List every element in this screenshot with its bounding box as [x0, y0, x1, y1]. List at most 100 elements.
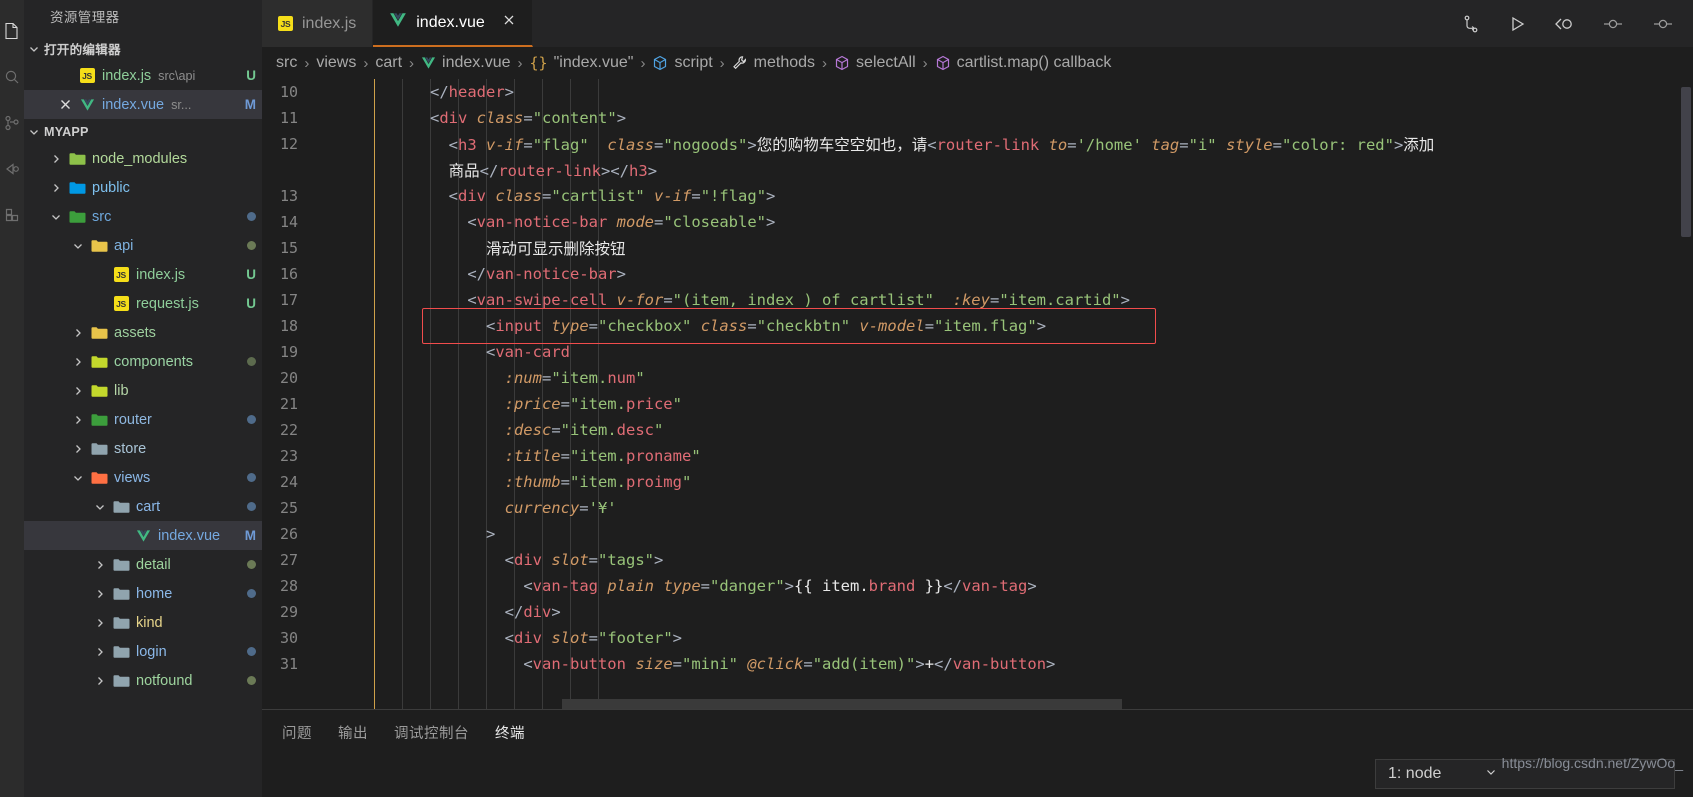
- file-tree-item-node_module-[interactable]: node_modules: [24, 144, 262, 173]
- breadcrumb-item-selectall[interactable]: selectAll: [834, 54, 916, 72]
- line-number: 29: [279, 603, 298, 621]
- debug-icon[interactable]: [0, 146, 24, 192]
- line-number: 18: [279, 317, 298, 335]
- vue-file-icon: [389, 12, 407, 33]
- code-line-20: 20 :num="item.num": [262, 365, 1693, 391]
- file-tree-item-component-[interactable]: components: [24, 347, 262, 376]
- line-number: 15: [279, 239, 298, 257]
- panel-tab-终端[interactable]: 终端: [495, 722, 525, 743]
- project-section-header[interactable]: MYAPP: [24, 119, 262, 144]
- panel-tab-输出[interactable]: 输出: [338, 722, 368, 743]
- chevron-right-icon[interactable]: [68, 385, 88, 397]
- open-editors-section-header[interactable]: 打开的编辑器: [24, 36, 262, 61]
- file-tree-item-label: index.vue: [158, 527, 221, 544]
- chevron-right-icon[interactable]: [46, 153, 66, 165]
- code-line-26: 26 >: [262, 521, 1693, 547]
- folder-icon: [110, 558, 132, 572]
- breadcrumb-item-methods[interactable]: methods: [732, 54, 815, 72]
- close-icon[interactable]: [502, 13, 516, 32]
- chevron-down-icon[interactable]: [68, 472, 88, 484]
- vertical-scrollbar[interactable]: [1679, 79, 1693, 709]
- more-actions-icon[interactable]: [1601, 14, 1625, 34]
- file-tree-item-lib[interactable]: lib: [24, 376, 262, 405]
- file-tree-item-view-[interactable]: views: [24, 463, 262, 492]
- file-tree-item--rc[interactable]: src: [24, 202, 262, 231]
- file-tree-item-label: index.js: [136, 266, 186, 283]
- chevron-right-icon[interactable]: [90, 559, 110, 571]
- breadcrumb-item--index-vue-[interactable]: {} "index.vue": [530, 54, 634, 72]
- chevron-right-icon[interactable]: [90, 675, 110, 687]
- panel-tab-问题[interactable]: 问题: [282, 722, 312, 743]
- open-editor-index-vue[interactable]: index.vue sr... M: [24, 90, 262, 119]
- run-icon[interactable]: [1507, 14, 1527, 34]
- breadcrumb-separator: ›: [719, 54, 725, 72]
- chevron-right-icon[interactable]: [68, 356, 88, 368]
- files-icon[interactable]: [0, 8, 24, 54]
- chevron-down-icon[interactable]: [46, 211, 66, 223]
- chevron-right-icon[interactable]: [68, 443, 88, 455]
- settings-icon[interactable]: [1651, 14, 1675, 34]
- file-tree-item-login[interactable]: login: [24, 637, 262, 666]
- panel-tab-调试控制台[interactable]: 调试控制台: [394, 722, 469, 743]
- line-number: 27: [279, 551, 298, 569]
- file-tree-item--tore[interactable]: store: [24, 434, 262, 463]
- tab-label: index.js: [302, 14, 357, 32]
- folder-icon: [88, 442, 110, 456]
- breadcrumb-item-src[interactable]: src: [276, 54, 297, 72]
- chevron-down-icon[interactable]: [1485, 765, 1497, 783]
- breadcrumb-separator: ›: [363, 54, 369, 72]
- horizontal-scrollbar[interactable]: [562, 699, 1122, 709]
- code-viewport[interactable]: 10 </header> 11 <div class="content"> 12 <…: [262, 79, 1693, 709]
- tab-index-js[interactable]: JS index.js: [262, 0, 374, 47]
- breadcrumb-label: selectAll: [856, 54, 916, 71]
- scrollbar-thumb[interactable]: [1681, 87, 1691, 237]
- breadcrumb-item-cartlist-map-callback[interactable]: cartlist.map() callback: [935, 54, 1111, 72]
- open-editor-index-js[interactable]: JS index.js src\api U: [24, 61, 262, 90]
- file-tree-item-detail[interactable]: detail: [24, 550, 262, 579]
- code-text: :price="item.price": [504, 395, 682, 413]
- file-tree-item-a--et-[interactable]: assets: [24, 318, 262, 347]
- breadcrumb-item-index-vue[interactable]: index.vue: [421, 54, 511, 72]
- source-control-icon[interactable]: [0, 100, 24, 146]
- search-icon[interactable]: [0, 54, 24, 100]
- file-tree-item-api[interactable]: api: [24, 231, 262, 260]
- extensions-icon[interactable]: [0, 192, 24, 238]
- code-line-17: 17 <van-swipe-cell v-for="(item, index )…: [262, 287, 1693, 313]
- git-status-dot: [247, 647, 256, 656]
- chevron-right-icon[interactable]: [46, 182, 66, 194]
- chevron-right-icon[interactable]: [68, 414, 88, 426]
- chevron-right-icon[interactable]: [90, 646, 110, 658]
- file-tree-item-index-j-[interactable]: JS index.js U: [24, 260, 262, 289]
- code-line-19: 19 <van-card: [262, 339, 1693, 365]
- breadcrumb-item-script[interactable]: script: [652, 54, 713, 72]
- chevron-down-icon[interactable]: [90, 501, 110, 513]
- terminal-selector[interactable]: 1: node: [1375, 759, 1675, 789]
- file-tree-item-cart[interactable]: cart: [24, 492, 262, 521]
- chevron-right-icon[interactable]: [90, 617, 110, 629]
- tab-index-vue[interactable]: index.vue: [373, 0, 533, 47]
- breadcrumb-item-views[interactable]: views: [316, 54, 356, 72]
- chevron-down-icon[interactable]: [68, 240, 88, 252]
- file-tree: node_modules public src api JS index.js U JS req…: [24, 144, 262, 695]
- code-text: >: [485, 525, 496, 543]
- breadcrumb-item-cart[interactable]: cart: [375, 54, 402, 72]
- cube-purple-icon: [834, 55, 850, 71]
- split-editor-icon[interactable]: [1461, 14, 1481, 34]
- close-icon[interactable]: [54, 98, 76, 111]
- code-text: 滑动可显示删除按钮: [485, 240, 626, 258]
- breadcrumb-separator: ›: [517, 54, 523, 72]
- file-tree-item-public[interactable]: public: [24, 173, 262, 202]
- cube-purple-icon: [935, 55, 951, 71]
- code-line-13: 13 <div class="cartlist" v-if="!flag">: [262, 183, 1693, 209]
- file-tree-item-notfound[interactable]: notfound: [24, 666, 262, 695]
- go-back-icon[interactable]: [1553, 14, 1575, 34]
- chevron-right-icon[interactable]: [68, 327, 88, 339]
- open-editor-path: sr...: [171, 97, 192, 112]
- file-tree-item-index-vue[interactable]: index.vue M: [24, 521, 262, 550]
- file-tree-item-reque-t-j-[interactable]: JS request.js U: [24, 289, 262, 318]
- chevron-right-icon[interactable]: [90, 588, 110, 600]
- file-tree-item-router[interactable]: router: [24, 405, 262, 434]
- file-tree-item-kind[interactable]: kind: [24, 608, 262, 637]
- file-status-badge: U: [246, 296, 256, 311]
- file-tree-item-home[interactable]: home: [24, 579, 262, 608]
